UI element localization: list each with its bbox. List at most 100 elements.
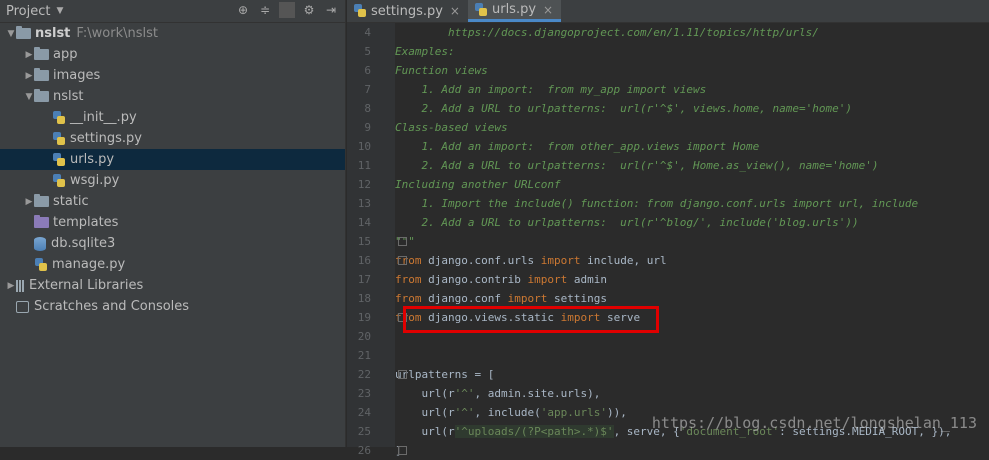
close-icon[interactable]: × bbox=[450, 4, 460, 18]
code-line: 14 2. Add a URL to urlpatterns: url(r'^b… bbox=[347, 213, 989, 232]
code-text: from django.conf import settings bbox=[395, 292, 607, 305]
line-number: 25 bbox=[357, 425, 371, 438]
fold-marker-icon[interactable] bbox=[398, 237, 407, 246]
folder-icon bbox=[34, 194, 49, 207]
tree-item--init-py[interactable]: __init__.py bbox=[0, 107, 345, 128]
code-text: 2. Add a URL to urlpatterns: url(r'^$', … bbox=[395, 102, 852, 115]
expanded-arrow-icon[interactable]: ▼ bbox=[6, 29, 16, 39]
code-line: 13 1. Import the include() function: fro… bbox=[347, 194, 989, 213]
line-number: 12 bbox=[357, 178, 371, 191]
collapsed-arrow-icon[interactable]: ▶ bbox=[24, 50, 34, 60]
code-text: Examples: bbox=[395, 45, 455, 58]
close-icon[interactable]: × bbox=[543, 3, 553, 17]
line-number: 15 bbox=[357, 235, 371, 248]
line-number: 26 bbox=[357, 444, 371, 457]
code-line: 22 urlpatterns = [ bbox=[347, 365, 989, 384]
tab-urls-py[interactable]: urls.py × bbox=[467, 0, 562, 22]
code-text: https://docs.djangoproject.com/en/1.11/t… bbox=[395, 26, 819, 39]
code-text: url(r'^', include('app.urls')), bbox=[395, 406, 627, 419]
line-number: 24 bbox=[357, 406, 371, 419]
editor-tabs: settings.py × urls.py × bbox=[347, 0, 989, 23]
project-path: F:\work\nslst bbox=[76, 26, 158, 41]
project-panel-toolbar: ⊕ ≑ ⚙ ⇥ bbox=[235, 2, 339, 18]
project-tree: ▼ nslst F:\work\nslst ▶ app ▶ images ▼ nslst __in… bbox=[0, 23, 345, 317]
tree-item-label: settings.py bbox=[70, 131, 142, 146]
tree-item-urls-py[interactable]: urls.py bbox=[0, 149, 345, 170]
code-line: 6 Function views bbox=[347, 61, 989, 80]
locate-icon[interactable]: ⊕ bbox=[235, 2, 251, 18]
tree-item-label: External Libraries bbox=[29, 278, 144, 293]
tab-settings-py[interactable]: settings.py × bbox=[347, 0, 468, 22]
code-text: urlpatterns = [ bbox=[395, 368, 495, 381]
tree-item-label: manage.py bbox=[52, 257, 126, 272]
line-number: 20 bbox=[357, 330, 371, 343]
line-number: 9 bbox=[364, 121, 371, 134]
code-line: 5 Examples: bbox=[347, 42, 989, 61]
tree-item-app[interactable]: ▶ app bbox=[0, 44, 345, 65]
project-panel: Project ▼ ⊕ ≑ ⚙ ⇥ ▼ nslst F:\work\nslst ▶ ap… bbox=[0, 0, 345, 447]
collapsed-arrow-icon[interactable]: ▶ bbox=[6, 281, 16, 291]
collapsed-arrow-icon[interactable]: ▶ bbox=[24, 197, 34, 207]
line-number: 5 bbox=[364, 45, 371, 58]
code-line: 9 Class-based views bbox=[347, 118, 989, 137]
tree-item-scratches-and-consoles[interactable]: Scratches and Consoles bbox=[0, 296, 345, 317]
tree-item-label: static bbox=[53, 194, 89, 209]
line-number: 14 bbox=[357, 216, 371, 229]
code-line: 10 1. Add an import: from other_app.view… bbox=[347, 137, 989, 156]
editor-scrollbar[interactable] bbox=[979, 23, 989, 447]
project-view-selector[interactable]: Project ▼ bbox=[6, 4, 63, 19]
project-panel-header: Project ▼ ⊕ ≑ ⚙ ⇥ bbox=[0, 0, 345, 23]
line-number: 19 bbox=[357, 311, 371, 324]
code-text: from django.conf.urls import include, ur… bbox=[395, 254, 667, 267]
code-line: 16 from django.conf.urls import include, … bbox=[347, 251, 989, 270]
folder-icon bbox=[34, 47, 49, 60]
code-text: 2. Add a URL to urlpatterns: url(r'^$', … bbox=[395, 159, 879, 172]
tree-item-label: templates bbox=[53, 215, 119, 230]
tree-item-templates[interactable]: templates bbox=[0, 212, 345, 233]
fold-marker-icon[interactable] bbox=[398, 370, 407, 379]
code-text: 1. Import the include() function: from d… bbox=[395, 197, 919, 210]
tree-item-settings-py[interactable]: settings.py bbox=[0, 128, 345, 149]
line-number: 8 bbox=[364, 102, 371, 115]
code-text: 1. Add an import: from other_app.views i… bbox=[395, 140, 760, 153]
line-number: 21 bbox=[357, 349, 371, 362]
code-text: Function views bbox=[395, 64, 488, 77]
code-line: 17 from django.contrib import admin bbox=[347, 270, 989, 289]
scratch-icon bbox=[16, 300, 29, 313]
line-number: 22 bbox=[357, 368, 371, 381]
gear-icon[interactable]: ⚙ bbox=[301, 2, 317, 18]
collapse-all-icon[interactable]: ≑ bbox=[257, 2, 273, 18]
tree-item-db-sqlite3[interactable]: db.sqlite3 bbox=[0, 233, 345, 254]
tree-item-nslst[interactable]: ▼ nslst bbox=[0, 86, 345, 107]
python-file-icon bbox=[353, 4, 367, 18]
line-number: 7 bbox=[364, 83, 371, 96]
tab-label: urls.py bbox=[491, 2, 537, 17]
expanded-arrow-icon[interactable]: ▼ bbox=[24, 92, 34, 102]
tree-item-external-libraries[interactable]: ▶ External Libraries bbox=[0, 275, 345, 296]
tree-item-static[interactable]: ▶ static bbox=[0, 191, 345, 212]
fold-marker-icon[interactable] bbox=[398, 446, 407, 455]
hide-panel-icon[interactable]: ⇥ bbox=[323, 2, 339, 18]
code-line: 7 1. Add an import: from my_app import v… bbox=[347, 80, 989, 99]
tree-item-label: nslst bbox=[53, 89, 84, 104]
line-number: 4 bbox=[364, 26, 371, 39]
tree-item-images[interactable]: ▶ images bbox=[0, 65, 345, 86]
highlight-box bbox=[403, 306, 659, 333]
line-number: 17 bbox=[357, 273, 371, 286]
code-editor[interactable]: 4 https://docs.djangoproject.com/en/1.11… bbox=[347, 23, 989, 460]
editor-area: settings.py × urls.py × 4 https://docs.djan… bbox=[347, 0, 989, 457]
tree-item-nslst[interactable]: ▼ nslst F:\work\nslst bbox=[0, 23, 345, 44]
code-text: 2. Add a URL to urlpatterns: url(r'^blog… bbox=[395, 216, 859, 229]
code-line: 23 url(r'^', admin.site.urls), bbox=[347, 384, 989, 403]
line-number: 10 bbox=[357, 140, 371, 153]
code-text: url(r'^', admin.site.urls), bbox=[395, 387, 601, 400]
tree-item-wsgi-py[interactable]: wsgi.py bbox=[0, 170, 345, 191]
tree-item-label: db.sqlite3 bbox=[51, 236, 116, 251]
tree-item-manage-py[interactable]: manage.py bbox=[0, 254, 345, 275]
python-file-icon bbox=[474, 2, 488, 17]
line-number: 16 bbox=[357, 254, 371, 267]
fold-marker-icon[interactable] bbox=[398, 256, 407, 265]
python-file-icon bbox=[52, 152, 66, 167]
python-file-icon bbox=[34, 257, 48, 272]
collapsed-arrow-icon[interactable]: ▶ bbox=[24, 71, 34, 81]
